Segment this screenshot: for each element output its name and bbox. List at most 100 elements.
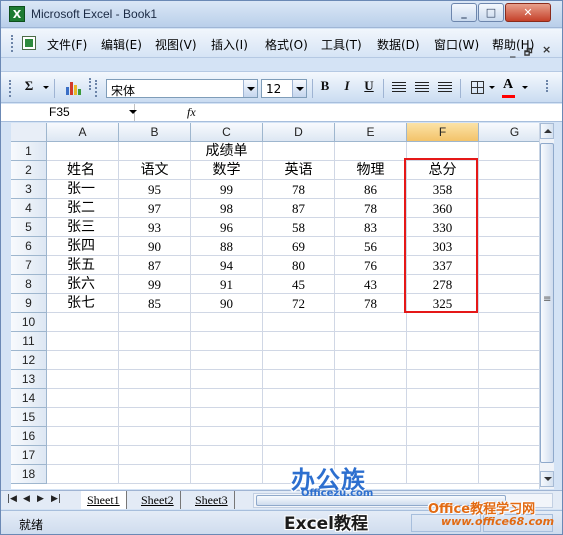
cell-g3[interactable]	[479, 180, 539, 199]
cell-e8[interactable]: 43	[335, 275, 407, 294]
row-header-15[interactable]: 15	[11, 408, 47, 427]
sheet-tab-sheet2[interactable]: Sheet2	[135, 491, 181, 509]
cell-e6[interactable]: 56	[335, 237, 407, 256]
cell-g16[interactable]	[479, 427, 539, 446]
row-header-10[interactable]: 10	[11, 313, 47, 332]
cell-c16[interactable]	[191, 427, 263, 446]
cell-f10[interactable]	[407, 313, 479, 332]
cell-c6[interactable]: 88	[191, 237, 263, 256]
cell-d16[interactable]	[263, 427, 335, 446]
sheet-tab-sheet1[interactable]: Sheet1	[81, 491, 127, 509]
workbook-icon[interactable]	[22, 36, 36, 50]
cell-g12[interactable]	[479, 351, 539, 370]
cell-b16[interactable]	[119, 427, 191, 446]
cell-e9[interactable]: 78	[335, 294, 407, 313]
prev-sheet-icon[interactable]: ◀	[23, 494, 30, 504]
cell-d5[interactable]: 58	[263, 218, 335, 237]
cell-d13[interactable]	[263, 370, 335, 389]
chevron-down-icon[interactable]	[129, 110, 137, 114]
cell-a5[interactable]: 张三	[47, 218, 119, 237]
menu-data[interactable]: 数据(D)	[377, 36, 420, 53]
row-header-18[interactable]: 18	[11, 465, 47, 484]
italic-button[interactable]: I	[339, 78, 355, 98]
cell-b13[interactable]	[119, 370, 191, 389]
cell-b18[interactable]	[119, 465, 191, 484]
row-header-5[interactable]: 5	[11, 218, 47, 237]
cell-b1[interactable]	[119, 142, 191, 161]
row-header-2[interactable]: 2	[11, 161, 47, 180]
cell-d14[interactable]	[263, 389, 335, 408]
vertical-scroll-thumb[interactable]	[540, 143, 554, 463]
cell-f2[interactable]: 总分	[407, 161, 479, 180]
cell-b9[interactable]: 85	[119, 294, 191, 313]
cell-g18[interactable]	[479, 465, 539, 484]
cell-d3[interactable]: 78	[263, 180, 335, 199]
cell-c7[interactable]: 94	[191, 256, 263, 275]
align-center-icon[interactable]	[415, 82, 429, 93]
cell-f8[interactable]: 278	[407, 275, 479, 294]
cell-e11[interactable]	[335, 332, 407, 351]
cell-e18[interactable]	[335, 465, 407, 484]
cell-d7[interactable]: 80	[263, 256, 335, 275]
doc-close-button[interactable]: ×	[542, 43, 551, 56]
cell-d18[interactable]	[263, 465, 335, 484]
cell-f13[interactable]	[407, 370, 479, 389]
cell-g15[interactable]	[479, 408, 539, 427]
cell-g5[interactable]	[479, 218, 539, 237]
cell-a14[interactable]	[47, 389, 119, 408]
cell-a12[interactable]	[47, 351, 119, 370]
sheet-tab-sheet3[interactable]: Sheet3	[189, 491, 235, 509]
cell-e2[interactable]: 物理	[335, 161, 407, 180]
row-header-17[interactable]: 17	[11, 446, 47, 465]
row-header-16[interactable]: 16	[11, 427, 47, 446]
autosum-dropdown-icon[interactable]	[43, 86, 49, 89]
cell-g7[interactable]	[479, 256, 539, 275]
toolbar-options-icon[interactable]	[546, 80, 550, 92]
cell-e16[interactable]	[335, 427, 407, 446]
underline-button[interactable]: U	[361, 78, 377, 98]
cell-c8[interactable]: 91	[191, 275, 263, 294]
cell-b15[interactable]	[119, 408, 191, 427]
font-color-dropdown-icon[interactable]	[522, 86, 528, 89]
menu-grip-handle[interactable]	[11, 35, 15, 52]
cell-g4[interactable]	[479, 199, 539, 218]
cell-c1[interactable]: 成绩单	[191, 142, 263, 161]
font-color-button[interactable]: A	[503, 77, 513, 93]
cell-c13[interactable]	[191, 370, 263, 389]
cell-f12[interactable]	[407, 351, 479, 370]
cell-b2[interactable]: 语文	[119, 161, 191, 180]
cell-b6[interactable]: 90	[119, 237, 191, 256]
cell-c17[interactable]	[191, 446, 263, 465]
maximize-button[interactable]: □	[478, 3, 504, 22]
cell-e12[interactable]	[335, 351, 407, 370]
row-header-9[interactable]: 9	[11, 294, 47, 313]
cell-c3[interactable]: 99	[191, 180, 263, 199]
cell-b12[interactable]	[119, 351, 191, 370]
column-header-g[interactable]: G	[479, 123, 539, 142]
cell-a7[interactable]: 张五	[47, 256, 119, 275]
cell-b11[interactable]	[119, 332, 191, 351]
cell-b8[interactable]: 99	[119, 275, 191, 294]
cell-c9[interactable]: 90	[191, 294, 263, 313]
cell-b14[interactable]	[119, 389, 191, 408]
borders-icon[interactable]	[471, 81, 484, 94]
first-sheet-icon[interactable]: |◀	[7, 494, 17, 504]
scroll-up-arrow-icon[interactable]	[540, 123, 554, 139]
horizontal-scroll-thumb[interactable]	[256, 495, 506, 506]
column-header-b[interactable]: B	[119, 123, 191, 142]
cell-e4[interactable]: 78	[335, 199, 407, 218]
cell-a3[interactable]: 张一	[47, 180, 119, 199]
row-header-7[interactable]: 7	[11, 256, 47, 275]
cell-b7[interactable]: 87	[119, 256, 191, 275]
row-header-13[interactable]: 13	[11, 370, 47, 389]
cell-d2[interactable]: 英语	[263, 161, 335, 180]
horizontal-scrollbar[interactable]	[253, 493, 553, 508]
chevron-down-icon[interactable]	[292, 80, 306, 97]
cell-d6[interactable]: 69	[263, 237, 335, 256]
menu-insert[interactable]: 插入(I)	[211, 36, 248, 53]
cell-e13[interactable]	[335, 370, 407, 389]
chevron-down-icon[interactable]	[243, 80, 257, 97]
menu-window[interactable]: 窗口(W)	[434, 36, 479, 53]
cell-a16[interactable]	[47, 427, 119, 446]
row-header-11[interactable]: 11	[11, 332, 47, 351]
